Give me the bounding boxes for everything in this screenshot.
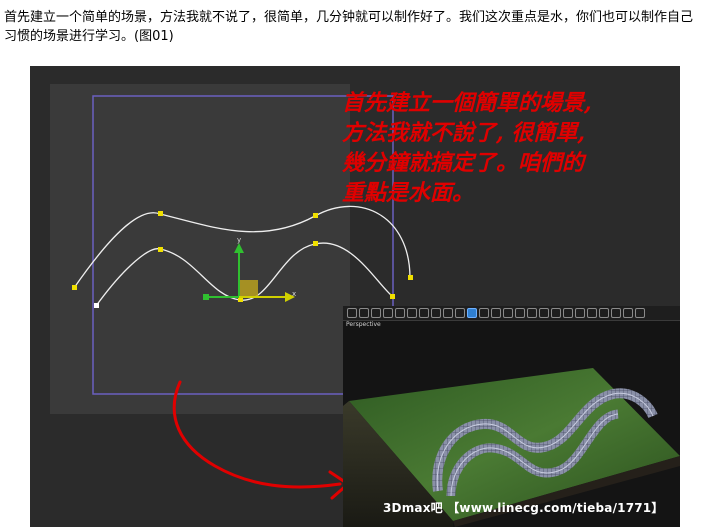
red-arrow: [172, 380, 350, 500]
annotation-line: 重點是水面。: [342, 180, 475, 206]
vertex: [158, 211, 163, 216]
vertex-selected: [94, 303, 99, 308]
intro-paragraph: 首先建立一个简单的场景，方法我就不说了，很简单，几分钟就可以制作好了。我们这次重…: [4, 10, 694, 44]
render-scene: [343, 368, 680, 527]
vertex: [313, 241, 318, 246]
annotation-line: 幾分鐘就搞定了。咱們的: [342, 150, 585, 176]
vertex: [313, 213, 318, 218]
render-inset: Perspective 3Dmax吧 【www.linecg.com/tieba…: [343, 306, 680, 527]
annotation-line: 方法我就不說了, 很簡單,: [342, 120, 585, 146]
vertex: [408, 275, 413, 280]
vertex: [72, 285, 77, 290]
vertex: [390, 294, 395, 299]
gizmo-y-label: y: [237, 236, 241, 244]
annotation-line: 首先建立一個簡單的場景,: [342, 90, 592, 116]
outer-spline: [73, 205, 411, 289]
vertex: [158, 247, 163, 252]
figure-screenshot: y x 首先建立一個簡單的場景, 方法我就不說了, 很簡單, 幾分鐘就搞定了。咱…: [30, 66, 680, 527]
annotation-text: 首先建立一個簡單的場景, 方法我就不說了, 很簡單, 幾分鐘就搞定了。咱們的 重…: [342, 88, 672, 208]
gizmo-x-label: x: [292, 290, 296, 298]
watermark-text: 3Dmax吧 【www.linecg.com/tieba/1771】: [383, 501, 664, 515]
transform-gizmo: [203, 243, 295, 302]
